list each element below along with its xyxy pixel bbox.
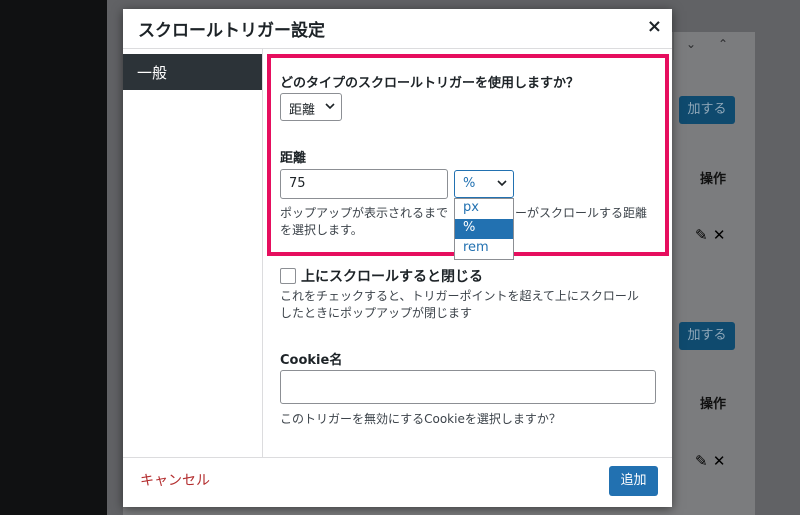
cookie-name-label: Cookie名 bbox=[280, 353, 343, 368]
close-help-line1: これをチェックすると、トリガーポイントを超えて上にスクロール bbox=[280, 289, 639, 303]
modal-header: スクロールトリガー設定 × bbox=[123, 9, 672, 49]
background-actions-label-1: 操作 bbox=[700, 172, 727, 187]
pencil-icon: ✎ bbox=[695, 226, 708, 244]
distance-unit-dropdown: px % rem bbox=[454, 198, 514, 260]
chevron-down-icon: ⌄ bbox=[686, 37, 697, 51]
distance-help-line1: ポップアップが表示されるまで bbox=[280, 206, 449, 220]
x-icon: ✕ bbox=[712, 452, 726, 470]
close-help-line2: したときにポップアップが閉じます bbox=[280, 306, 473, 320]
modal-content: どのタイプのスクロールトリガーを使用しますか？ 距離 距離 75 % px % … bbox=[264, 49, 672, 457]
tab-general[interactable]: 一般 bbox=[123, 54, 262, 90]
modal-footer: キャンセル 追加 bbox=[123, 457, 672, 507]
dropdown-option-px[interactable]: px bbox=[455, 199, 513, 219]
cancel-button[interactable]: キャンセル bbox=[140, 470, 210, 490]
background-row-actions-2: ✎ ✕ bbox=[695, 452, 725, 470]
background-add-button-1: 加する bbox=[679, 96, 735, 124]
dropdown-option-percent[interactable]: % bbox=[455, 219, 513, 239]
close-on-scroll-up-label: 上にスクロールすると閉じる bbox=[301, 269, 483, 285]
trigger-type-question: どのタイプのスクロールトリガーを使用しますか？ bbox=[280, 76, 580, 91]
cookie-name-input[interactable] bbox=[280, 370, 656, 404]
dropdown-option-rem[interactable]: rem bbox=[455, 239, 513, 259]
chevron-down-icon bbox=[325, 103, 335, 110]
add-button[interactable]: 追加 bbox=[609, 466, 658, 496]
chevron-down-icon bbox=[497, 180, 507, 187]
modal-title: スクロールトリガー設定 bbox=[138, 21, 325, 41]
distance-help-line1-end: ーがスクロールする距離 bbox=[515, 206, 648, 220]
distance-unit-value: % bbox=[463, 176, 476, 191]
x-icon: ✕ bbox=[712, 226, 726, 244]
modal-sidebar: 一般 bbox=[123, 49, 263, 457]
cookie-help-text: このトリガーを無効にするCookieを選択しますか？ bbox=[280, 412, 561, 426]
pencil-icon: ✎ bbox=[695, 452, 708, 470]
close-icon[interactable]: × bbox=[647, 16, 662, 37]
chevron-up-icon: ⌃ bbox=[718, 37, 729, 51]
close-on-scroll-up-help: これをチェックすると、トリガーポイントを超えて上にスクロール したときにポップア… bbox=[280, 288, 639, 322]
trigger-type-select-value: 距離 bbox=[289, 103, 316, 118]
background-toggle-controls: ⌄ ⌃ bbox=[673, 32, 737, 60]
distance-unit-select[interactable]: % bbox=[454, 170, 514, 198]
distance-input[interactable]: 75 bbox=[280, 169, 448, 199]
background-actions-label-2: 操作 bbox=[700, 397, 727, 412]
admin-sidebar-background bbox=[0, 0, 107, 515]
background-add-button-2: 加する bbox=[679, 322, 735, 350]
scroll-trigger-settings-modal: スクロールトリガー設定 × 一般 どのタイプのスクロールトリガーを使用しますか？… bbox=[123, 9, 672, 507]
close-on-scroll-up-checkbox[interactable] bbox=[280, 268, 296, 284]
distance-help-line2: を選択します。 bbox=[280, 223, 363, 237]
trigger-type-select[interactable]: 距離 bbox=[280, 93, 342, 121]
distance-label: 距離 bbox=[280, 151, 307, 166]
background-row-actions-1: ✎ ✕ bbox=[695, 226, 725, 244]
